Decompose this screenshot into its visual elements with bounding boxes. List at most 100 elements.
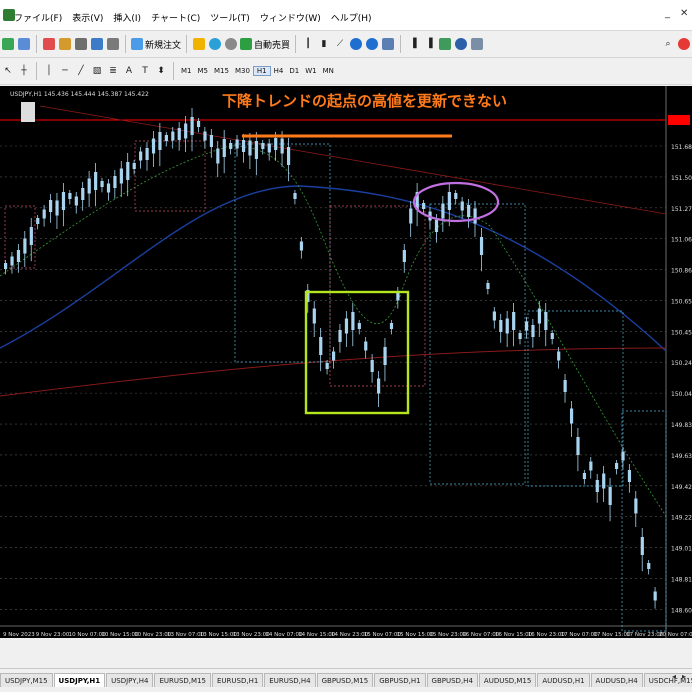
candle-body [447, 192, 451, 210]
menu-item-2[interactable]: 挿入(I) [113, 11, 141, 24]
timeframe-m30[interactable]: M30 [232, 67, 253, 75]
candle-body [550, 333, 554, 339]
market-watch-icon[interactable] [42, 35, 56, 53]
zoom-in-icon[interactable] [349, 35, 363, 53]
signals-icon[interactable] [208, 35, 222, 53]
menu-item-3[interactable]: チャート(C) [151, 11, 200, 24]
profiles-icon[interactable] [17, 35, 31, 53]
price-chart[interactable]: 151.680 151.500 151.270 151.065 150.860 150.6… [0, 86, 692, 638]
horizontal-line-icon[interactable]: ─ [58, 62, 72, 80]
candle-body [36, 218, 40, 224]
timeframe-h4[interactable]: H4 [271, 67, 287, 75]
timeframe-m5[interactable]: M5 [195, 67, 212, 75]
candle-body [409, 208, 413, 224]
fibonacci-icon[interactable]: ≣ [106, 62, 120, 80]
new-order-button[interactable]: 新規注文 [131, 35, 181, 53]
candle-body [4, 263, 8, 269]
market-icon[interactable] [224, 35, 238, 53]
candle-body [524, 321, 529, 331]
chart-tab[interactable]: USDJPY,H1 [53, 673, 106, 687]
candle-body [81, 188, 85, 200]
chart-tabs: USDJPY,M15 USDJPY,H1 USDJPY,H4 EURUSD,M15 EU… [0, 673, 692, 687]
indicators-icon[interactable] [438, 35, 452, 53]
crosshair-icon[interactable]: ┼ [17, 62, 31, 80]
toolbar-divider [36, 35, 37, 53]
chart-tab[interactable]: GBPUSD,M15 [316, 673, 374, 687]
timeframe-buttons: M1 M5 M15 M30 H1 H4 D1 W1 MN [178, 66, 337, 76]
candle-body [434, 220, 439, 232]
menu-item-0[interactable]: ファイル(F) [14, 11, 62, 24]
tester-icon[interactable] [106, 35, 120, 53]
candle-body [460, 201, 464, 211]
range-box [621, 410, 667, 632]
chart-tab[interactable]: GBPUSD,H1 [374, 673, 426, 687]
close-icon[interactable]: ✕ [680, 8, 688, 19]
candle-body [74, 196, 78, 206]
candle-body [151, 138, 156, 154]
chart-tab[interactable]: USDJPY,M15 [0, 673, 53, 687]
candle-body [576, 437, 580, 455]
search-icon[interactable]: ⌕ [661, 35, 675, 53]
data-window-icon[interactable] [58, 35, 72, 53]
arrows-icon[interactable]: ⬍ [154, 62, 168, 80]
minimize-icon[interactable]: _ [665, 8, 670, 19]
chart-tab[interactable]: AUDUSD,H1 [537, 673, 590, 687]
price-axis-label: 149.630 [671, 453, 692, 460]
candle-body [634, 498, 638, 514]
candle-body [357, 323, 361, 329]
menu-item-6[interactable]: ヘルプ(H) [331, 11, 372, 24]
zoom-out-icon[interactable] [365, 35, 379, 53]
chart-canvas[interactable]: 151.680 151.500 151.270 151.065 150.860 150.6… [0, 86, 692, 638]
channel-icon[interactable]: ▧ [90, 62, 104, 80]
chart-tab[interactable]: AUDUSD,H4 [590, 673, 643, 687]
new-chart-icon[interactable] [1, 35, 15, 53]
time-axis-label: 20 Nov 07:00 [659, 632, 692, 638]
candle-body [145, 148, 149, 160]
templates-icon[interactable] [470, 35, 484, 53]
tab-next-icon[interactable]: ▸ [682, 672, 686, 681]
metaeditor-icon[interactable] [192, 35, 206, 53]
timeframe-h1[interactable]: H1 [252, 66, 271, 76]
toolbar-divider [125, 35, 126, 53]
candle-body [299, 241, 304, 251]
timeframe-d1[interactable]: D1 [286, 67, 302, 75]
timeframe-m1[interactable]: M1 [178, 67, 195, 75]
chart-tab[interactable]: EURUSD,H1 [211, 673, 264, 687]
candle-body [55, 200, 59, 216]
candle-body [544, 312, 548, 330]
chart-shift-icon[interactable]: ▐ [422, 35, 436, 53]
vertical-line-icon[interactable]: │ [42, 62, 56, 80]
chart-tab[interactable]: GBPUSD,H4 [426, 673, 478, 687]
trendline-icon[interactable]: ╱ [74, 62, 88, 80]
autoscroll-icon[interactable]: ▐ [406, 35, 420, 53]
tile-windows-icon[interactable] [381, 35, 395, 53]
timeframe-m15[interactable]: M15 [211, 67, 232, 75]
candlestick-icon[interactable]: ▮ [317, 35, 331, 53]
bar-chart-icon[interactable]: ┃ [301, 35, 315, 53]
notifications-icon[interactable] [677, 35, 691, 53]
timeframe-mn[interactable]: MN [320, 67, 337, 75]
text-icon[interactable]: A [122, 62, 136, 80]
menu-item-5[interactable]: ウィンドウ(W) [260, 11, 321, 24]
price-axis-label: 148.605 [671, 607, 692, 614]
periods-icon[interactable] [454, 35, 468, 53]
candle-body [274, 138, 278, 150]
autotrade-button[interactable]: 自動売買 [240, 35, 290, 53]
chart-tab[interactable]: USDJPY,H4 [106, 673, 154, 687]
label-icon[interactable]: T [138, 62, 152, 80]
tab-prev-icon[interactable]: ◂ [672, 672, 676, 681]
menu-item-4[interactable]: ツール(T) [210, 11, 250, 24]
timeframe-w1[interactable]: W1 [302, 67, 319, 75]
menu-item-1[interactable]: 表示(V) [72, 11, 103, 24]
candle-body [383, 347, 387, 365]
candle-body [126, 162, 130, 180]
chart-tab[interactable]: EURUSD,M15 [154, 673, 211, 687]
navigator-icon[interactable] [74, 35, 88, 53]
candle-body [16, 250, 21, 262]
line-chart-icon[interactable]: ⟋ [333, 35, 347, 53]
terminal-icon[interactable] [90, 35, 104, 53]
chart-tab[interactable]: EURUSD,H4 [264, 673, 316, 687]
terminal-window: ファイル(F) 表示(V) 挿入(I) チャート(C) ツール(T) ウィンドウ(W) ヘル… [0, 0, 692, 692]
chart-tab[interactable]: AUDUSD,M15 [478, 673, 537, 687]
cursor-icon[interactable]: ↖ [1, 62, 15, 80]
